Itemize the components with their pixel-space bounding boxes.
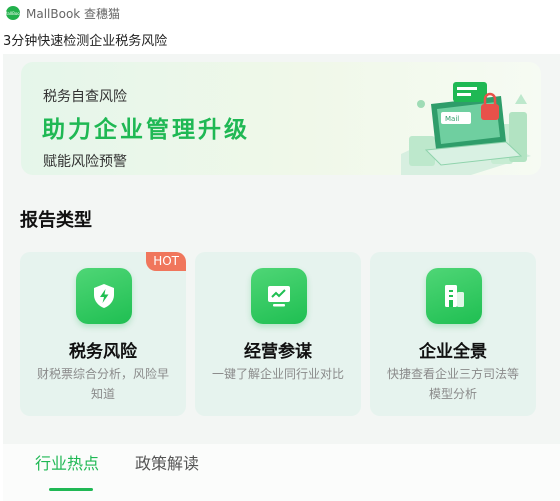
card-title: 税务风险	[69, 342, 137, 362]
card-enterprise-panorama[interactable]: 企业全景 快捷查看企业三方司法等模型分析	[370, 252, 536, 416]
window-titlebar: MallBook MallBook 查穗猫	[0, 0, 560, 26]
building-icon	[426, 268, 482, 324]
banner-subtitle: 税务自查风险	[43, 89, 127, 105]
card-description: 一键了解企业同行业对比	[211, 367, 344, 381]
card-description: 财税票综合分析，风险早知道	[36, 367, 169, 401]
card-business-advisor[interactable]: 经营参谋 一键了解企业同行业对比	[195, 252, 361, 416]
tab-policy-interpretation[interactable]: 政策解读	[135, 450, 199, 474]
app-logo: MallBook	[3, 6, 23, 20]
banner-description: 赋能风险预警	[43, 154, 127, 170]
report-types-title: 报告类型	[20, 210, 92, 231]
banner-art-label: Mail	[445, 115, 459, 123]
page-heading: 3分钟快速检测企业税务风险	[3, 34, 168, 49]
hot-badge: HOT	[146, 252, 186, 271]
card-title: 企业全景	[419, 342, 487, 362]
app-logo-text: MallBook	[3, 10, 23, 16]
page-content: 税务自查风险 助力企业管理升级 赋能风险预警 Mail 报告类型 HOT 税务风…	[3, 54, 560, 501]
content-tabs: 行业热点 政策解读	[3, 444, 560, 501]
app-name: MallBook 查穗猫	[26, 6, 121, 21]
laptop-security-illustration-icon: Mail	[401, 82, 531, 175]
shield-lightning-icon	[76, 268, 132, 324]
card-title: 经营参谋	[244, 342, 312, 362]
chart-monitor-icon	[251, 268, 307, 324]
active-tab-indicator	[49, 488, 93, 491]
promo-banner[interactable]: 税务自查风险 助力企业管理升级 赋能风险预警 Mail	[21, 62, 541, 175]
banner-title: 助力企业管理升级	[42, 117, 250, 143]
card-description: 快捷查看企业三方司法等模型分析	[386, 367, 519, 401]
tab-industry-hotspots[interactable]: 行业热点	[35, 450, 99, 474]
card-tax-risk[interactable]: HOT 税务风险 财税票综合分析，风险早知道	[20, 252, 186, 416]
